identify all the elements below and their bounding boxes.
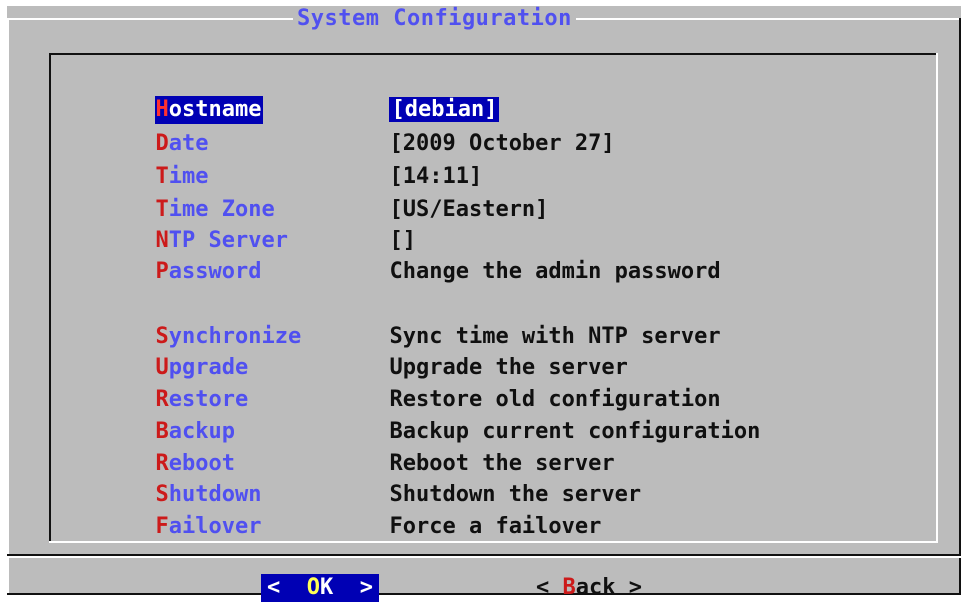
- menu-item-hostname[interactable]: Hostname [debian]: [76, 68, 500, 124]
- menu-box-border-left: [49, 53, 51, 543]
- back-button[interactable]: < Back >: [536, 574, 642, 602]
- menu-box-border-right: [936, 53, 938, 543]
- menu-item-hotkey: F: [155, 514, 169, 539]
- ok-button[interactable]: < OK >: [261, 574, 379, 602]
- ok-button-close: >: [333, 575, 373, 600]
- back-button-open: <: [536, 575, 563, 600]
- dialog-border-bottom: [7, 593, 961, 595]
- ok-button-open: <: [267, 575, 307, 600]
- back-button-close: >: [615, 575, 642, 600]
- menu-item-restore[interactable]: Restore Restore old configuration: [76, 358, 720, 412]
- menu-item-ntp-server[interactable]: NTP Server[]: [76, 199, 416, 253]
- back-button-rest: ack: [575, 575, 616, 600]
- menu-item-reboot[interactable]: Reboot Reboot the server: [76, 422, 614, 476]
- menu-item-shutdown[interactable]: Shutdown Shutdown the server: [76, 453, 641, 507]
- menu-item-time[interactable]: Time [14:11]: [76, 135, 482, 189]
- menu-item-synchronize[interactable]: Synchronize Sync time with NTP server: [76, 295, 720, 349]
- menu-box-border-bottom: [49, 541, 938, 543]
- dialog-title: System Configuration: [293, 6, 576, 32]
- menu-item-value: Force a failover: [389, 514, 602, 539]
- ok-button-hotkey: O: [306, 575, 320, 600]
- screen: System Configuration Hostname [debian] Da…: [0, 0, 967, 609]
- dialog-border-right: [959, 18, 961, 595]
- back-button-hotkey: B: [562, 575, 576, 600]
- dialog-border-left: [7, 18, 9, 595]
- menu-item-time-zone[interactable]: Time Zone [US/Eastern]: [76, 168, 548, 222]
- button-area-separator: [7, 556, 961, 558]
- menu-item-backup[interactable]: Backup Backup current configuration: [76, 390, 760, 444]
- menu-item-upgrade[interactable]: Upgrade Upgrade the server: [76, 326, 627, 380]
- menu-item-hotkey: P: [155, 259, 169, 284]
- system-configuration-dialog: System Configuration Hostname [debian] Da…: [7, 6, 961, 602]
- menu-box-border-top: [49, 53, 938, 55]
- menu-item-value: Change the admin password: [389, 259, 721, 284]
- menu-item-key-rest: assword: [168, 259, 262, 284]
- menu-item-failover[interactable]: Failover Force a failover: [76, 485, 601, 539]
- menu-item-password[interactable]: Password Change the admin password: [76, 230, 720, 284]
- menu-item-date[interactable]: Date [2009 October 27]: [76, 102, 614, 156]
- menu-item-key-rest: ailover: [168, 514, 262, 539]
- ok-button-rest: K: [320, 575, 334, 600]
